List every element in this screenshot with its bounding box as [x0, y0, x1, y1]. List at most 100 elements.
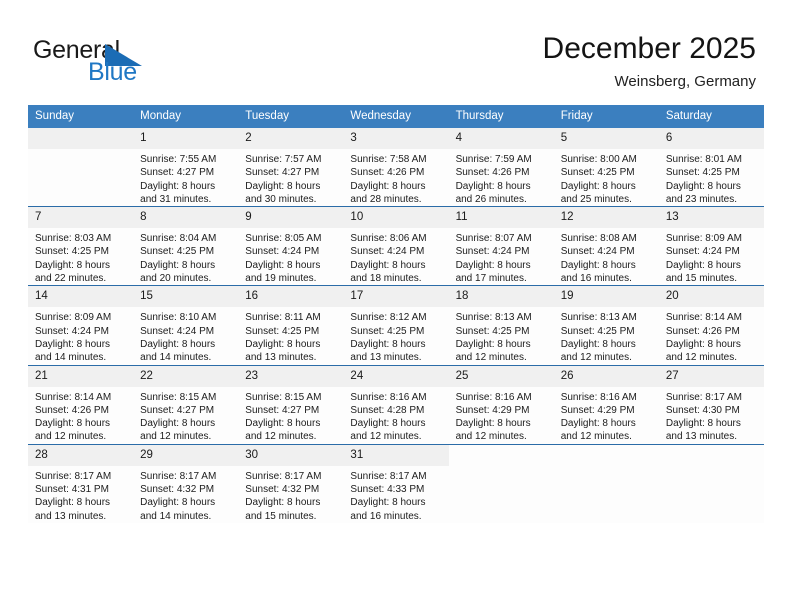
day-sun-info-line: Sunrise: 8:00 AM: [560, 154, 637, 165]
day-sun-info-line: Sunset: 4:28 PM: [350, 404, 425, 416]
weekday-header-wednesday: Wednesday: [343, 105, 449, 128]
day-sun-info-line: Daylight: 8 hours: [665, 180, 741, 192]
calendar-day-cell[interactable]: 5 Sunrise: 8:00 AM Sunset: 4:25 PM Daylight…: [553, 128, 659, 207]
day-number: 20: [658, 286, 764, 308]
day-sun-info: Sunrise: 8:06 AM Sunset: 4:24 PM Daylight:…: [343, 228, 448, 285]
day-sun-info-line: Daylight: 8 hours: [35, 259, 111, 271]
day-sun-info-line: Sunset: 4:32 PM: [245, 484, 320, 496]
day-sun-info-line: and 15 minutes.: [245, 510, 317, 522]
calendar-day-cell[interactable]: 20 Sunrise: 8:14 AM Sunset: 4:26 PM Dayligh…: [658, 285, 764, 366]
day-sun-info-line: Sunrise: 8:08 AM: [560, 233, 637, 245]
calendar-day-cell[interactable]: 15 Sunrise: 8:10 AM Sunset: 4:24 PM Dayligh…: [133, 285, 239, 366]
day-sun-info-line: Sunset: 4:27 PM: [140, 167, 215, 179]
day-sun-info-line: Sunset: 4:25 PM: [140, 246, 215, 258]
calendar-day-cell[interactable]: 7 Sunrise: 8:03 AM Sunset: 4:25 PM Daylight…: [28, 206, 134, 286]
day-number: 17: [343, 286, 449, 308]
day-number: 31: [343, 444, 449, 466]
day-sun-info-line: Sunset: 4:27 PM: [245, 167, 320, 179]
calendar-empty-cell: [448, 443, 554, 523]
day-sun-info-line: Sunrise: 8:12 AM: [350, 312, 427, 324]
day-sun-info-line: Sunrise: 8:17 AM: [350, 470, 427, 482]
day-sun-info-line: Sunrise: 8:04 AM: [140, 233, 217, 245]
calendar-body: 1 Sunrise: 7:55 AM Sunset: 4:27 PM Daylight…: [28, 128, 764, 523]
day-number: 22: [133, 365, 239, 387]
day-sun-info-line: Sunset: 4:27 PM: [140, 404, 215, 416]
calendar-day-cell[interactable]: 8 Sunrise: 8:04 AM Sunset: 4:25 PM Daylight…: [133, 206, 239, 286]
calendar-day-cell[interactable]: 25 Sunrise: 8:16 AM Sunset: 4:29 PM Dayligh…: [448, 364, 554, 445]
day-sun-info-line: Sunrise: 8:17 AM: [665, 391, 742, 403]
calendar-day-cell[interactable]: 24 Sunrise: 8:16 AM Sunset: 4:28 PM Dayligh…: [343, 364, 449, 445]
day-sun-info-line: Daylight: 8 hours: [455, 259, 531, 271]
calendar-day-cell[interactable]: 19 Sunrise: 8:13 AM Sunset: 4:25 PM Dayligh…: [553, 285, 659, 366]
day-sun-info-line: Daylight: 8 hours: [560, 259, 636, 271]
day-sun-info: Sunrise: 8:16 AM Sunset: 4:29 PM Daylight:…: [449, 387, 554, 444]
calendar-day-cell[interactable]: 6 Sunrise: 8:01 AM Sunset: 4:25 PM Daylight…: [658, 128, 764, 207]
page-subtitle: Weinsberg, Germany: [614, 73, 756, 90]
day-sun-info-line: Daylight: 8 hours: [455, 338, 531, 350]
day-sun-info-line: and 13 minutes.: [245, 352, 317, 364]
day-sun-info-line: Sunset: 4:25 PM: [665, 167, 740, 179]
day-sun-info-line: Sunrise: 8:17 AM: [140, 470, 217, 482]
day-number: 16: [238, 286, 344, 308]
day-sun-info-line: Sunrise: 8:13 AM: [560, 312, 637, 324]
calendar-day-cell[interactable]: 2 Sunrise: 7:57 AM Sunset: 4:27 PM Daylight…: [238, 128, 344, 207]
day-sun-info-line: Sunset: 4:30 PM: [665, 404, 740, 416]
calendar-day-cell[interactable]: 23 Sunrise: 8:15 AM Sunset: 4:27 PM Dayligh…: [238, 364, 344, 445]
calendar-day-cell[interactable]: 26 Sunrise: 8:16 AM Sunset: 4:29 PM Dayligh…: [553, 364, 659, 445]
calendar-day-cell[interactable]: 18 Sunrise: 8:13 AM Sunset: 4:25 PM Dayligh…: [448, 285, 554, 366]
calendar-day-cell[interactable]: 22 Sunrise: 8:15 AM Sunset: 4:27 PM Dayligh…: [133, 364, 239, 445]
calendar-day-cell[interactable]: 11 Sunrise: 8:07 AM Sunset: 4:24 PM Dayligh…: [448, 206, 554, 286]
day-sun-info-line: Daylight: 8 hours: [350, 338, 426, 350]
calendar-day-cell[interactable]: 1 Sunrise: 7:55 AM Sunset: 4:27 PM Daylight…: [133, 128, 239, 207]
day-sun-info-line: Sunset: 4:24 PM: [665, 246, 740, 258]
day-sun-info-line: and 16 minutes.: [350, 510, 422, 522]
day-number: 10: [343, 207, 449, 229]
calendar-day-cell[interactable]: 3 Sunrise: 7:58 AM Sunset: 4:26 PM Daylight…: [343, 128, 449, 207]
day-sun-info-line: Sunset: 4:25 PM: [560, 167, 635, 179]
day-sun-info-line: Sunrise: 8:05 AM: [245, 233, 322, 245]
day-sun-info-line: Sunrise: 8:01 AM: [665, 154, 742, 165]
day-sun-info: Sunrise: 8:17 AM Sunset: 4:33 PM Daylight:…: [343, 466, 448, 523]
calendar-day-cell[interactable]: 17 Sunrise: 8:12 AM Sunset: 4:25 PM Dayligh…: [343, 285, 449, 366]
calendar-day-cell[interactable]: 29 Sunrise: 8:17 AM Sunset: 4:32 PM Dayligh…: [133, 443, 239, 523]
weekday-header-row: Sunday Monday Tuesday Wednesday Thursday Frid…: [28, 105, 764, 128]
day-sun-info-line: Sunset: 4:26 PM: [350, 167, 425, 179]
weekday-header-monday: Monday: [133, 105, 239, 128]
calendar-day-cell[interactable]: 27 Sunrise: 8:17 AM Sunset: 4:30 PM Dayligh…: [658, 364, 764, 445]
calendar-day-cell[interactable]: 31 Sunrise: 8:17 AM Sunset: 4:33 PM Dayligh…: [343, 443, 449, 523]
day-sun-info-line: Daylight: 8 hours: [140, 497, 216, 509]
day-sun-info: Sunrise: 8:14 AM Sunset: 4:26 PM Daylight:…: [659, 307, 764, 364]
calendar-day-cell[interactable]: 21 Sunrise: 8:14 AM Sunset: 4:26 PM Dayligh…: [28, 364, 134, 445]
day-sun-info-line: Sunrise: 7:55 AM: [140, 154, 217, 165]
calendar-day-cell[interactable]: 9 Sunrise: 8:05 AM Sunset: 4:24 PM Daylight…: [238, 206, 344, 286]
calendar-day-cell[interactable]: 13 Sunrise: 8:09 AM Sunset: 4:24 PM Dayligh…: [658, 206, 764, 286]
calendar-day-cell[interactable]: 28 Sunrise: 8:17 AM Sunset: 4:31 PM Dayligh…: [28, 443, 134, 523]
day-sun-info-line: Sunrise: 8:17 AM: [245, 470, 322, 482]
calendar-day-cell[interactable]: 10 Sunrise: 8:06 AM Sunset: 4:24 PM Dayligh…: [343, 206, 449, 286]
day-sun-info-line: and 18 minutes.: [350, 273, 422, 285]
day-sun-info-line: and 12 minutes.: [455, 431, 527, 443]
calendar-day-cell[interactable]: 12 Sunrise: 8:08 AM Sunset: 4:24 PM Dayligh…: [553, 206, 659, 286]
calendar-day-cell[interactable]: 30 Sunrise: 8:17 AM Sunset: 4:32 PM Dayligh…: [238, 443, 344, 523]
brand-logo[interactable]: General Blue: [33, 36, 223, 92]
day-sun-info-line: Sunset: 4:24 PM: [350, 246, 425, 258]
day-sun-info-line: and 17 minutes.: [455, 273, 527, 285]
day-sun-info-line: Sunset: 4:33 PM: [350, 484, 425, 496]
calendar-day-cell[interactable]: 14 Sunrise: 8:09 AM Sunset: 4:24 PM Dayligh…: [28, 285, 134, 366]
day-sun-info-line: Sunset: 4:25 PM: [245, 325, 320, 337]
day-sun-info: Sunrise: 8:17 AM Sunset: 4:30 PM Daylight:…: [659, 387, 764, 444]
day-sun-info-line: Daylight: 8 hours: [350, 418, 426, 430]
day-sun-info-line: Sunset: 4:25 PM: [560, 325, 635, 337]
day-number: 26: [553, 365, 659, 387]
calendar-day-cell[interactable]: 16 Sunrise: 8:11 AM Sunset: 4:25 PM Dayligh…: [238, 285, 344, 366]
day-sun-info-line: Daylight: 8 hours: [560, 338, 636, 350]
day-sun-info-line: Sunrise: 8:13 AM: [455, 312, 532, 324]
day-number: 25: [448, 365, 554, 387]
day-sun-info-line: and 28 minutes.: [350, 193, 422, 205]
calendar-week-row: 21 Sunrise: 8:14 AM Sunset: 4:26 PM Dayligh…: [28, 364, 764, 445]
day-sun-info-line: Daylight: 8 hours: [35, 497, 111, 509]
day-sun-info-line: Sunrise: 8:15 AM: [140, 391, 217, 403]
day-sun-info-line: and 31 minutes.: [140, 193, 212, 205]
calendar-day-cell[interactable]: 4 Sunrise: 7:59 AM Sunset: 4:26 PM Daylight…: [448, 128, 554, 207]
day-sun-info-line: Sunrise: 8:03 AM: [35, 233, 112, 245]
